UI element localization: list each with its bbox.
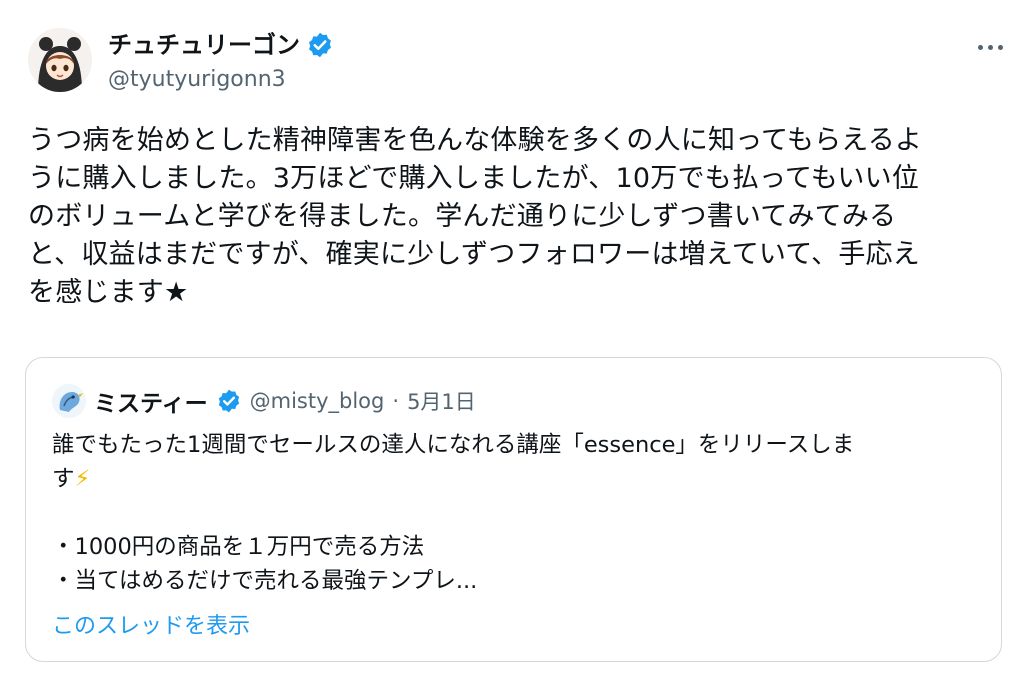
quoted-text-part2: ・1000円の商品を１万円で売る方法 ・当てはめるだけで売れる最強テンプレ... — [52, 534, 478, 594]
author-name-row[interactable]: チュチュリーゴン — [108, 30, 334, 60]
more-horizontal-icon — [977, 44, 983, 50]
tweet-text: うつ病を始めとした精神障害を色んな体験を多くの人に知ってもらえるよ うに購入しま… — [28, 125, 923, 308]
quoted-tweet-header: ミスティー @misty_blog · 5月1日 — [52, 384, 476, 418]
quoted-handle[interactable]: @misty_blog — [250, 389, 385, 413]
author-display-name[interactable]: チュチュリーゴン — [108, 30, 300, 60]
quoted-tweet-text: 誰でもたった1週間でセールスの達人になれる講座「essence」をリリースしま … — [52, 428, 982, 598]
quoted-date[interactable]: 5月1日 — [407, 386, 476, 416]
author-handle[interactable]: @tyutyurigonn3 — [108, 66, 286, 94]
quoted-display-name[interactable]: ミスティー — [94, 384, 208, 418]
lightning-icon: ⚡ — [74, 466, 91, 492]
more-horizontal-icon-dot — [997, 44, 1003, 50]
author-avatar[interactable] — [28, 28, 92, 92]
quoted-tweet-card[interactable]: ミスティー @misty_blog · 5月1日 誰でもたった1週間でセールスの… — [25, 357, 1002, 662]
show-thread-link[interactable]: このスレッドを表示 — [52, 608, 250, 640]
more-options-button[interactable] — [968, 30, 1012, 64]
verified-badge-icon — [216, 388, 242, 414]
meta-separator: · — [392, 389, 400, 413]
verified-badge-icon — [306, 31, 334, 59]
quoted-author-avatar[interactable] — [52, 384, 86, 418]
more-horizontal-icon-dot — [987, 44, 993, 50]
quoted-text-part1: 誰でもたった1週間でセールスの達人になれる講座「essence」をリリースしま … — [52, 432, 855, 492]
